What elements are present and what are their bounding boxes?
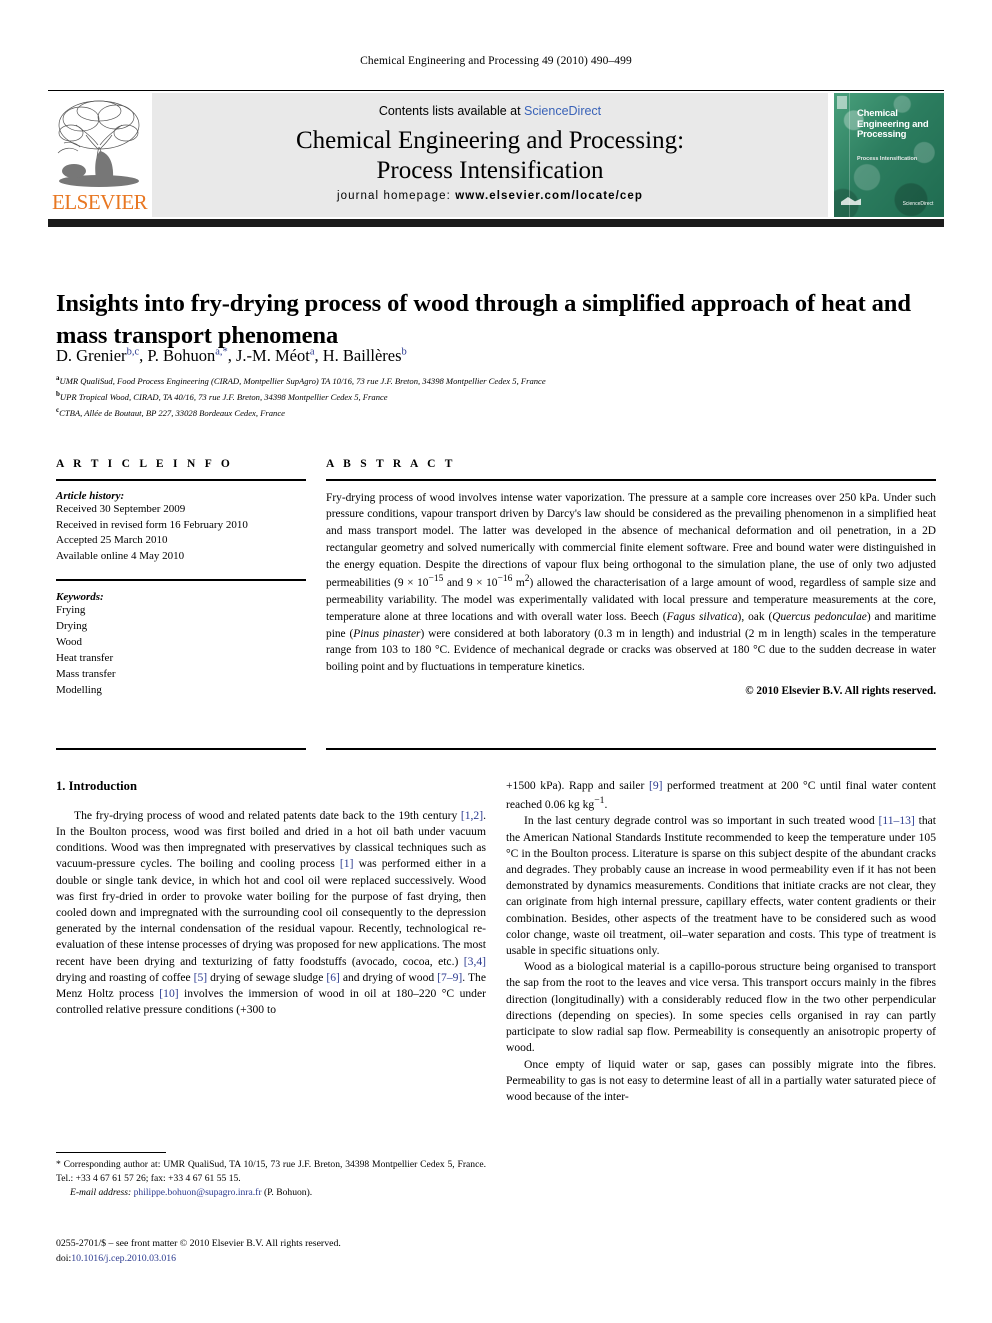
journal-title: Chemical Engineering and Processing: Pro… (152, 126, 828, 185)
imprint-block: 0255-2701/$ – see front matter © 2010 El… (56, 1237, 486, 1267)
history-item: Available online 4 May 2010 (56, 550, 185, 563)
issn-front-matter: 0255-2701/$ – see front matter © 2010 El… (56, 1238, 341, 1249)
abstract-heading: A B S T R A C T (326, 458, 456, 470)
cover-journal-subtitle: Process Intensification (857, 156, 918, 162)
article-info-heading: A R T I C L E I N F O (56, 458, 234, 470)
keywords-list: Frying Drying Wood Heat transfer Mass tr… (56, 603, 306, 699)
article-info-rule (56, 479, 306, 481)
abstract-column: A B S T R A C T Fry-drying process of wo… (326, 458, 936, 697)
affiliation-item: aUMR QualiSud, Food Process Engineering … (56, 373, 936, 389)
doi-line: doi:10.1016/j.cep.2010.03.016 (56, 1252, 486, 1267)
keywords-block: Keywords: Frying Drying Wood Heat transf… (56, 591, 306, 699)
email-address-link[interactable]: philippe.bohuon@supagro.inra.fr (134, 1187, 262, 1198)
journal-homepage-url[interactable]: www.elsevier.com/locate/cep (455, 190, 643, 202)
paragraph: In the last century degrade control was … (506, 814, 936, 958)
cover-elsevier-mark-icon (837, 96, 847, 109)
keyword-item: Mass transfer (56, 667, 116, 680)
sciencedirect-link[interactable]: ScienceDirect (524, 104, 601, 118)
masthead-center-panel: Contents lists available at ScienceDirec… (152, 93, 828, 217)
article-history-list: Received 30 September 2009 Received in r… (56, 502, 306, 566)
journal-title-line-1: Chemical Engineering and Processing: (295, 127, 685, 154)
journal-cover-thumbnail: Chemical Engineering and Processing Proc… (834, 93, 944, 217)
article-info-column: A R T I C L E I N F O Article history: R… (56, 458, 306, 699)
contents-available-line: Contents lists available at ScienceDirec… (152, 104, 828, 118)
keywords-label: Keywords: (56, 590, 104, 603)
paragraph: The fry-drying process of wood and relat… (56, 808, 486, 1017)
doi-link[interactable]: 10.1016/j.cep.2010.03.016 (71, 1253, 176, 1264)
keyword-item: Frying (56, 603, 86, 616)
history-item: Received in revised form 16 February 201… (56, 518, 248, 531)
journal-homepage-line: journal homepage: www.elsevier.com/locat… (152, 190, 828, 202)
affiliation-text: CTBA, Allée de Boutaut, BP 227, 33028 Bo… (59, 407, 285, 418)
affiliation-text: UMR QualiSud, Food Process Engineering (… (59, 375, 546, 386)
paragraph: Once empty of liquid water or sap, gases… (506, 1057, 936, 1104)
section-title-introduction: 1. Introduction (56, 779, 137, 793)
footnote-rule (56, 1152, 166, 1153)
body-column-left: 1. Introduction The fry-drying process o… (56, 778, 486, 1018)
keyword-item: Modelling (56, 683, 102, 696)
keywords-rule (56, 579, 306, 581)
abstract-copyright: © 2010 Elsevier B.V. All rights reserved… (745, 684, 936, 697)
cover-journal-title: Chemical Engineering and Processing (857, 108, 929, 141)
corresponding-author-text: * Corresponding author at: UMR QualiSud,… (56, 1159, 486, 1185)
keyword-item: Heat transfer (56, 651, 114, 664)
doi-label: doi: (56, 1252, 72, 1264)
article-history-label: Article history: (56, 489, 125, 502)
running-head: Chemical Engineering and Processing 49 (… (360, 55, 632, 67)
history-item: Accepted 25 March 2010 (56, 534, 168, 547)
masthead-bottom-bar (48, 219, 944, 227)
history-item: Received 30 September 2009 (56, 502, 186, 515)
elsevier-wordmark: ELSEVIER (52, 190, 148, 214)
contents-prefix: Contents lists available at (378, 104, 525, 118)
journal-title-line-2: Process Intensification (376, 156, 604, 184)
journal-masthead: ELSEVIER Contents lists available at Sci… (48, 90, 944, 227)
body-column-right: +1500 kPa). Rapp and sailer [9] performe… (506, 778, 936, 1105)
paragraph: +1500 kPa). Rapp and sailer [9] performe… (506, 779, 936, 812)
keyword-item: Drying (56, 619, 88, 632)
article-page: Chemical Engineering and Processing 49 (… (0, 0, 992, 1323)
elsevier-tree-icon (56, 95, 142, 190)
keyword-item: Wood (56, 635, 83, 648)
affiliation-item: bUPR Tropical Wood, CIRAD, TA 40/16, 73 … (56, 389, 936, 405)
affiliation-list: aUMR QualiSud, Food Process Engineering … (56, 373, 936, 420)
page-title: Insights into fry-drying process of wood… (56, 290, 911, 349)
abstract-bottom-rule (326, 748, 936, 750)
elsevier-logo: ELSEVIER (52, 95, 148, 219)
masthead-top-rule (48, 90, 944, 91)
article-history-block: Article history: Received 30 September 2… (56, 490, 306, 566)
email-address-label: E-mail address: (70, 1187, 132, 1199)
email-address-suffix: (P. Bohuon). (263, 1187, 313, 1199)
author-list: D. Grenierb,c, P. Bohuona,*, J.-M. Méota… (56, 346, 407, 365)
abstract-rule (326, 479, 936, 481)
article-info-bottom-rule (56, 748, 306, 750)
journal-homepage-label: journal homepage: (336, 190, 451, 202)
abstract-body: Fry-drying process of wood involves inte… (326, 491, 937, 674)
affiliation-item: cCTBA, Allée de Boutaut, BP 227, 33028 B… (56, 405, 936, 421)
corresponding-author-note: * Corresponding author at: UMR QualiSud,… (56, 1158, 486, 1201)
affiliation-text: UPR Tropical Wood, CIRAD, TA 40/16, 73 r… (59, 391, 388, 402)
cover-sciencedirect-badge: ScienceDirect (902, 200, 934, 207)
paragraph: Wood as a biological material is a capil… (506, 960, 936, 1055)
